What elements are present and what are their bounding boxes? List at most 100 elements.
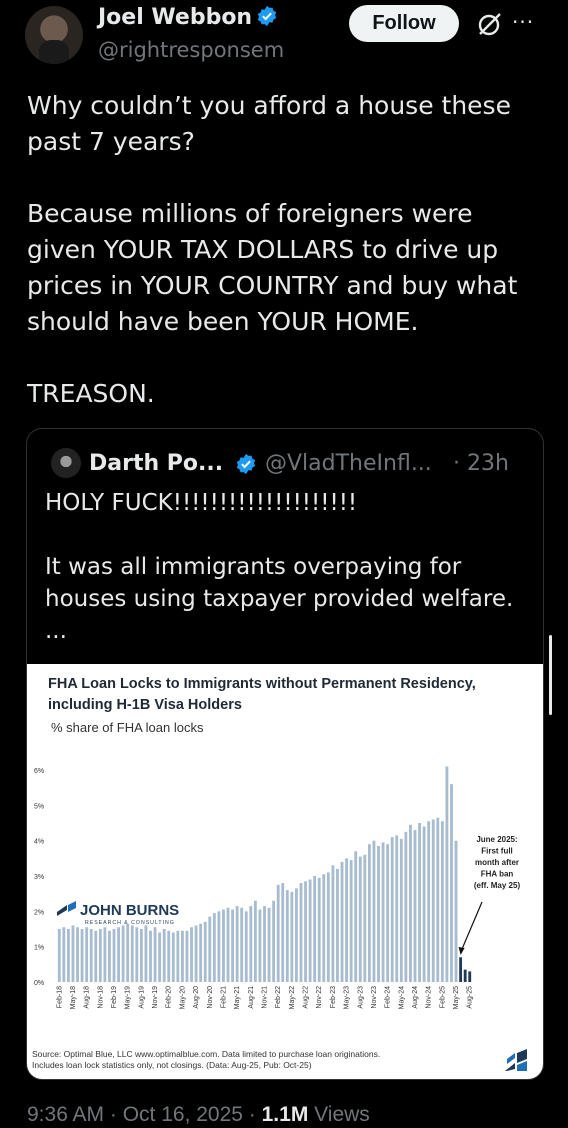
x-tick-label: May-20 bbox=[179, 986, 186, 1009]
bar bbox=[126, 923, 130, 982]
bar bbox=[135, 927, 139, 982]
chart-source-line-2: Includes loan lock statistics only, not … bbox=[32, 1060, 312, 1070]
quote-text: HOLY FUCK!!!!!!!!!!!!!!!!!!!! It was all… bbox=[45, 490, 514, 644]
bar bbox=[381, 842, 385, 982]
bar bbox=[249, 906, 253, 982]
bar bbox=[153, 927, 157, 982]
bar bbox=[313, 876, 317, 982]
bar bbox=[203, 921, 207, 982]
annotation-text: June 2025: bbox=[476, 835, 517, 844]
y-tick-label: 0% bbox=[34, 980, 44, 987]
bar bbox=[57, 929, 61, 982]
verified-badge-icon bbox=[257, 5, 277, 27]
y-tick-label: 3% bbox=[34, 874, 44, 881]
bar bbox=[226, 907, 230, 982]
annotation-text: month after bbox=[475, 858, 519, 867]
x-tick-label: Feb-25 bbox=[439, 986, 446, 1008]
bar bbox=[363, 854, 367, 982]
bar bbox=[454, 840, 458, 982]
bar bbox=[112, 929, 116, 982]
bar bbox=[422, 826, 426, 982]
bar bbox=[276, 884, 280, 982]
bar bbox=[358, 856, 362, 982]
chart-source: Source: Optimal Blue, LLC www.optimalblu… bbox=[32, 1049, 472, 1071]
scrollbar[interactable] bbox=[549, 635, 552, 715]
x-tick-label: Aug-24 bbox=[412, 986, 419, 1009]
views-label: Views bbox=[308, 1103, 370, 1126]
bar bbox=[171, 932, 175, 982]
bar bbox=[103, 927, 107, 982]
tweet-text: Why couldn’t you afford a house these pa… bbox=[27, 91, 518, 408]
x-tick-label: Aug-23 bbox=[357, 986, 364, 1009]
grok-icon[interactable] bbox=[476, 10, 504, 38]
x-tick-label: Nov-24 bbox=[426, 986, 433, 1009]
quoted-tweet[interactable]: Darth Po... @VladTheInfl... · 23h HOLY F… bbox=[26, 428, 544, 1080]
bar bbox=[427, 821, 431, 982]
follow-button[interactable]: Follow bbox=[349, 5, 459, 42]
y-tick-label: 5% bbox=[34, 803, 44, 810]
y-tick-label: 1% bbox=[34, 945, 44, 952]
bar bbox=[390, 837, 394, 982]
bar bbox=[217, 911, 221, 982]
bar bbox=[326, 872, 330, 982]
bar bbox=[181, 930, 184, 982]
logo-mark-icon bbox=[68, 901, 76, 912]
chart-image[interactable]: FHA Loan Locks to Immigrants without Per… bbox=[27, 664, 543, 1079]
x-tick-label: May-24 bbox=[398, 986, 405, 1009]
bar bbox=[340, 861, 344, 982]
bar bbox=[162, 929, 166, 982]
bar bbox=[367, 844, 371, 982]
x-tick-label: Nov-22 bbox=[316, 986, 323, 1009]
x-tick-label: Nov-20 bbox=[207, 986, 214, 1009]
bar bbox=[304, 881, 307, 982]
bar bbox=[386, 844, 390, 982]
x-tick-label: May-21 bbox=[234, 986, 241, 1009]
quote-timestamp[interactable]: · 23h bbox=[453, 451, 509, 476]
x-tick-label: Nov-21 bbox=[262, 986, 269, 1009]
bar bbox=[463, 969, 467, 982]
bar bbox=[199, 923, 203, 982]
bar bbox=[71, 925, 75, 982]
author-name-text[interactable]: Joel Webbon bbox=[98, 5, 252, 30]
bar bbox=[409, 824, 412, 982]
x-tick-label: Nov-19 bbox=[152, 986, 159, 1009]
bar bbox=[89, 929, 93, 982]
bar bbox=[308, 879, 312, 982]
bar bbox=[336, 868, 339, 982]
bar bbox=[440, 821, 444, 982]
bar bbox=[244, 911, 248, 982]
more-options-icon[interactable]: ··· bbox=[512, 10, 534, 34]
x-tick-label: May-22 bbox=[289, 986, 296, 1009]
annotation-text: First full bbox=[481, 847, 513, 856]
author-name[interactable]: Joel Webbon bbox=[98, 5, 278, 30]
tweet-meta: 9:36 AM · Oct 16, 2025 · 1.1M Views bbox=[27, 1103, 370, 1127]
author-handle[interactable]: @rightresponsem bbox=[98, 38, 284, 62]
bar bbox=[76, 927, 79, 982]
bar bbox=[322, 874, 326, 982]
bar bbox=[395, 835, 399, 982]
bar bbox=[194, 925, 198, 982]
logo-mark-icon bbox=[57, 905, 67, 916]
x-tick-label: Nov-23 bbox=[371, 986, 378, 1009]
bar bbox=[331, 865, 335, 982]
x-tick-label: May-25 bbox=[453, 986, 460, 1009]
bar bbox=[94, 930, 98, 982]
bar bbox=[149, 930, 152, 982]
quote-author-name[interactable]: Darth Po... bbox=[89, 451, 223, 476]
bar bbox=[299, 883, 303, 982]
x-tick-label: Feb-23 bbox=[330, 986, 337, 1008]
bar bbox=[295, 888, 298, 982]
bar bbox=[285, 890, 289, 982]
x-tick-label: Aug-22 bbox=[303, 986, 310, 1009]
bar bbox=[212, 913, 216, 982]
bar bbox=[121, 925, 125, 982]
x-tick-label: Aug-19 bbox=[138, 986, 145, 1009]
author-avatar[interactable] bbox=[25, 6, 83, 64]
tweet-timestamp[interactable]: 9:36 AM · Oct 16, 2025 · bbox=[27, 1103, 262, 1126]
bar bbox=[130, 925, 134, 982]
bar bbox=[450, 784, 453, 982]
bar bbox=[253, 900, 257, 982]
quote-avatar[interactable] bbox=[51, 448, 81, 478]
quote-author-handle[interactable]: @VladTheInfl... bbox=[265, 451, 432, 476]
logo-text: JOHN BURNS bbox=[80, 902, 179, 919]
